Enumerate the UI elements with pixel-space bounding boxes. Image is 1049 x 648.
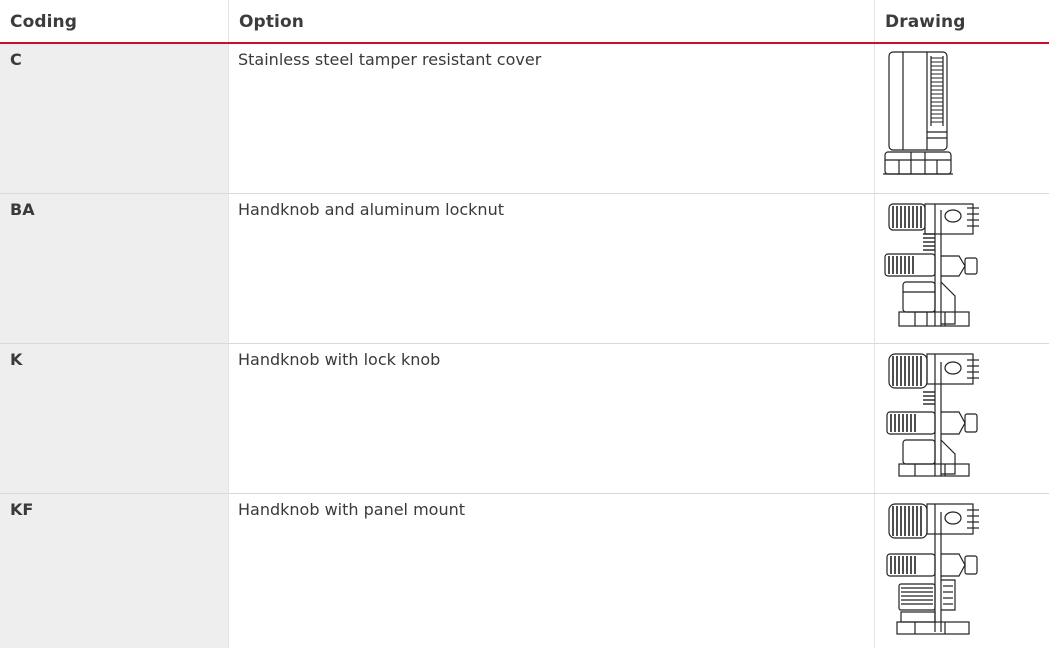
header-coding: Coding bbox=[10, 12, 78, 32]
coding-cell: K bbox=[0, 344, 228, 493]
drawing-cell bbox=[874, 194, 1049, 343]
drawing-cell bbox=[874, 494, 1049, 648]
coding-cell: BA bbox=[0, 194, 228, 343]
drawing-cell bbox=[874, 44, 1049, 193]
handknob-lock-knob-drawing bbox=[886, 353, 979, 477]
coding-cell: C bbox=[0, 44, 228, 193]
option-cell: Stainless steel tamper resistant cover bbox=[228, 44, 874, 193]
options-table: Coding Option Drawing C Stainless steel … bbox=[0, 0, 1049, 648]
handknob-panel-mount-drawing bbox=[886, 503, 979, 635]
header-option: Option bbox=[228, 0, 874, 42]
coding-cell: KF bbox=[0, 494, 228, 648]
option-cell: Handknob and aluminum locknut bbox=[228, 194, 874, 343]
option-cell: Handknob with panel mount bbox=[228, 494, 874, 648]
table-row: KF Handknob with panel mount bbox=[0, 494, 1049, 648]
table-row: C Stainless steel tamper resistant cover bbox=[0, 44, 1049, 194]
table-row: K Handknob with lock knob bbox=[0, 344, 1049, 494]
tamper-resistant-cover-drawing bbox=[883, 51, 953, 175]
option-cell: Handknob with lock knob bbox=[228, 344, 874, 493]
drawing-cell bbox=[874, 344, 1049, 493]
handknob-locknut-drawing bbox=[884, 203, 979, 327]
header-drawing: Drawing bbox=[874, 0, 1049, 42]
table-row: BA Handknob and aluminum locknut bbox=[0, 194, 1049, 344]
table-header: Coding Option Drawing bbox=[0, 0, 1049, 44]
